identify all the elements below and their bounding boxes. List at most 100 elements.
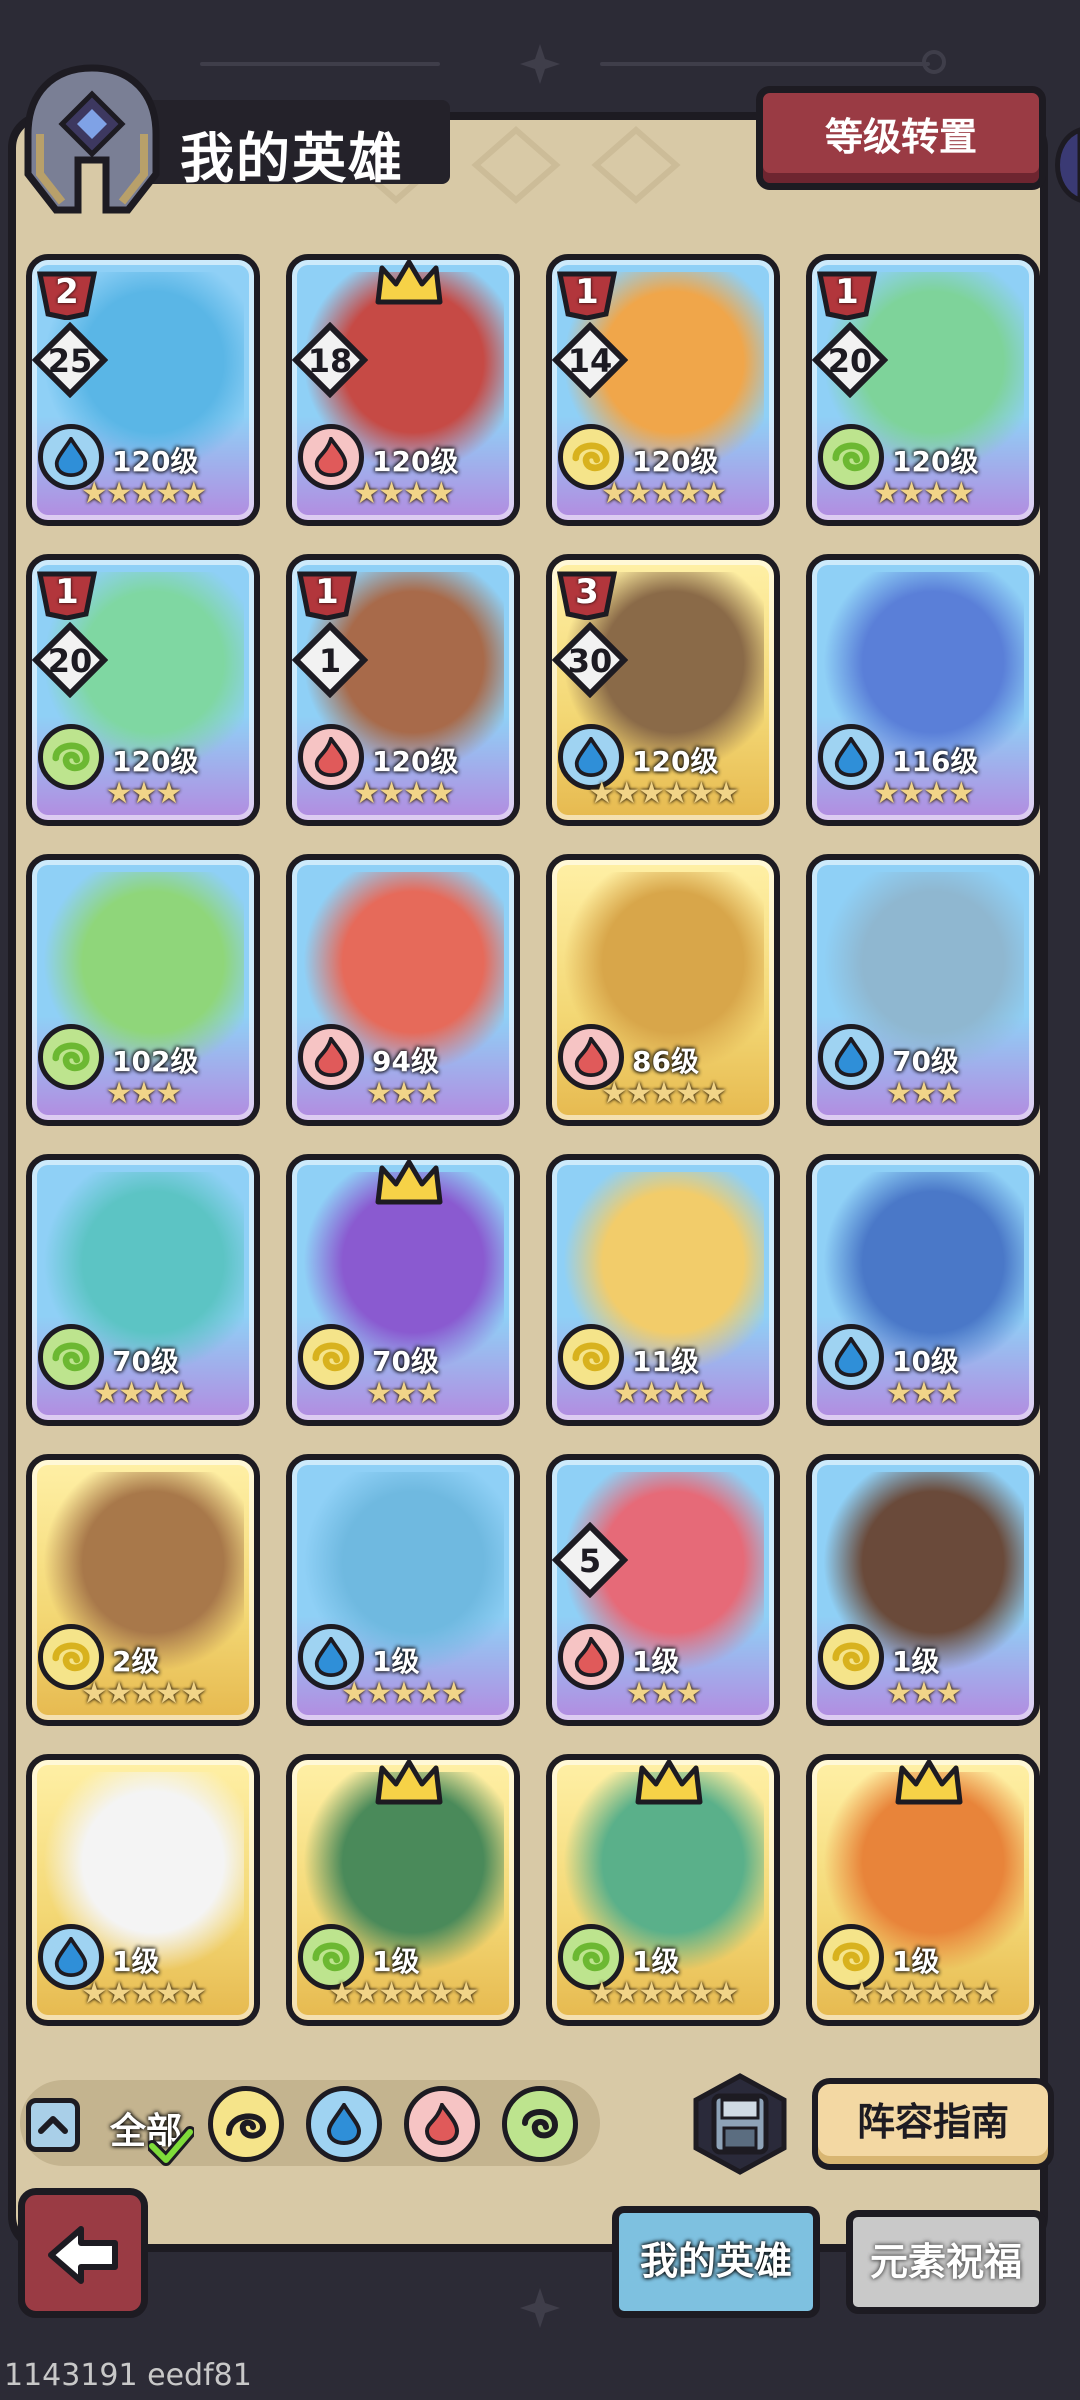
rank-badge: 1 xyxy=(36,568,98,620)
earth-element-icon xyxy=(572,1342,610,1372)
star-rating: ★★★★★★ xyxy=(588,1976,739,2011)
star-rating: ★★★ xyxy=(885,1076,963,1111)
fire-element-icon xyxy=(574,1637,608,1677)
sparkle-icon xyxy=(520,2288,560,2328)
star-rating: ★★★ xyxy=(885,1376,963,1411)
rank-badge: 3 xyxy=(556,568,618,620)
hero-card[interactable]: 70级 ★★★ xyxy=(806,854,1040,1126)
tab-element-blessing[interactable]: 元素祝福 xyxy=(846,2210,1046,2314)
star-rating: ★★★★★ xyxy=(340,1676,467,1711)
hero-card[interactable]: 5 1级 ★★★ xyxy=(546,1454,780,1726)
rank-badge: 1 xyxy=(556,268,618,320)
hero-card[interactable]: 1级 ★★★ xyxy=(806,1454,1040,1726)
hero-card[interactable]: 1 20 120级 ★★★ xyxy=(26,554,260,826)
side-bug-icon xyxy=(1055,127,1080,203)
star-rating: ★★★★ xyxy=(873,476,975,511)
star-rating: ★★★★ xyxy=(613,1376,715,1411)
back-button[interactable] xyxy=(18,2188,148,2318)
star-rating: ★★★★★★ xyxy=(588,776,739,811)
filter-earth-button[interactable] xyxy=(208,2086,284,2162)
rank-value: 1 xyxy=(575,272,599,312)
hero-card[interactable]: 1级 ★★★★★★ xyxy=(806,1754,1040,2026)
fire-element-icon xyxy=(574,1037,608,1077)
awaken-badge: 30 xyxy=(552,621,629,699)
star-rating: ★★★★★ xyxy=(600,1076,727,1111)
checkmark-icon xyxy=(148,2126,194,2166)
star-rating: ★★★ xyxy=(365,1376,443,1411)
crown-icon xyxy=(375,1760,443,1805)
fire-element-icon xyxy=(314,1037,348,1077)
hero-card[interactable]: 1 14 120级 ★★★★★ xyxy=(546,254,780,526)
filter-water-button[interactable] xyxy=(306,2086,382,2162)
star-rating: ★★★ xyxy=(365,1076,443,1111)
fire-element-icon xyxy=(424,2103,460,2145)
rank-value: 2 xyxy=(55,272,79,312)
earth-element-icon xyxy=(832,1642,870,1672)
rank-badge: 1 xyxy=(816,268,878,320)
hero-card[interactable]: 70级 ★★★★ xyxy=(26,1154,260,1426)
rank-badge: 1 xyxy=(296,568,358,620)
awaken-value: 25 xyxy=(47,342,93,380)
lineup-guide-button[interactable]: 阵容指南 xyxy=(812,2078,1054,2170)
tab-my-heroes[interactable]: 我的英雄 xyxy=(612,2206,820,2318)
earth-element-icon xyxy=(312,1342,350,1372)
page-title: 我的英雄 xyxy=(180,127,404,190)
water-element-icon xyxy=(326,2103,362,2145)
wind-element-icon xyxy=(52,1042,90,1072)
hero-card[interactable]: 94级 ★★★ xyxy=(286,854,520,1126)
hero-card[interactable]: 1级 ★★★★★★ xyxy=(546,1754,780,2026)
collapse-button[interactable] xyxy=(26,2098,80,2152)
crown-icon xyxy=(375,1160,443,1205)
awaken-badge: 14 xyxy=(552,321,629,399)
save-icon[interactable] xyxy=(688,2072,792,2176)
wind-element-icon xyxy=(312,1942,350,1972)
hero-card[interactable]: 18 120级 ★★★★ xyxy=(286,254,520,526)
earth-element-icon xyxy=(52,1642,90,1672)
awaken-badge: 20 xyxy=(812,321,889,399)
hero-card[interactable]: 1 1 120级 ★★★★ xyxy=(286,554,520,826)
fire-element-icon xyxy=(314,737,348,777)
level-reset-button[interactable]: 等级转置 xyxy=(756,86,1046,190)
rank-badge: 2 xyxy=(36,268,98,320)
hero-card[interactable]: 1级 ★★★★★ xyxy=(286,1454,520,1726)
water-element-icon xyxy=(834,737,868,777)
awaken-value: 1 xyxy=(318,642,342,680)
star-rating: ★★★★★ xyxy=(80,476,207,511)
star-rating: ★★★★ xyxy=(873,776,975,811)
hero-card[interactable]: 10级 ★★★ xyxy=(806,1154,1040,1426)
filter-all-button[interactable]: 全部 xyxy=(100,2088,194,2166)
star-rating: ★★★★ xyxy=(353,776,455,811)
hero-card[interactable]: 3 30 120级 ★★★★★★ xyxy=(546,554,780,826)
hero-card[interactable]: 1 20 120级 ★★★★ xyxy=(806,254,1040,526)
hero-card[interactable]: 1级 ★★★★★ xyxy=(26,1754,260,2026)
star-rating: ★★★★★★ xyxy=(328,1976,479,2011)
hero-card[interactable]: 116级 ★★★★ xyxy=(806,554,1040,826)
hero-card[interactable]: 86级 ★★★★★ xyxy=(546,854,780,1126)
hero-card[interactable]: 2 25 120级 ★★★★★ xyxy=(26,254,260,526)
hero-card[interactable]: 102级 ★★★ xyxy=(26,854,260,1126)
hero-card[interactable]: 11级 ★★★★ xyxy=(546,1154,780,1426)
awaken-value: 18 xyxy=(307,342,353,380)
filter-fire-button[interactable] xyxy=(404,2086,480,2162)
awaken-value: 30 xyxy=(567,642,613,680)
crown-icon xyxy=(895,1760,963,1805)
star-rating: ★★★ xyxy=(885,1676,963,1711)
water-element-icon xyxy=(834,1037,868,1077)
water-element-icon xyxy=(314,1637,348,1677)
sparkle-icon xyxy=(520,44,560,84)
earth-element-icon xyxy=(226,2113,267,2139)
level-reset-label: 等级转置 xyxy=(824,115,977,159)
filter-wind-button[interactable] xyxy=(502,2086,578,2162)
hero-card[interactable]: 1级 ★★★★★★ xyxy=(286,1754,520,2026)
earth-element-icon xyxy=(572,442,610,472)
ring-icon xyxy=(922,50,946,74)
helmet-icon xyxy=(24,64,160,214)
earth-element-icon xyxy=(832,1942,870,1972)
back-arrow-icon xyxy=(48,2226,118,2284)
star-rating: ★★★★★ xyxy=(600,476,727,511)
hero-card[interactable]: 70级 ★★★ xyxy=(286,1154,520,1426)
awaken-badge: 25 xyxy=(32,321,109,399)
awaken-badge: 1 xyxy=(292,621,369,699)
fire-element-icon xyxy=(314,437,348,477)
hero-card[interactable]: 2级 ★★★★★ xyxy=(26,1454,260,1726)
